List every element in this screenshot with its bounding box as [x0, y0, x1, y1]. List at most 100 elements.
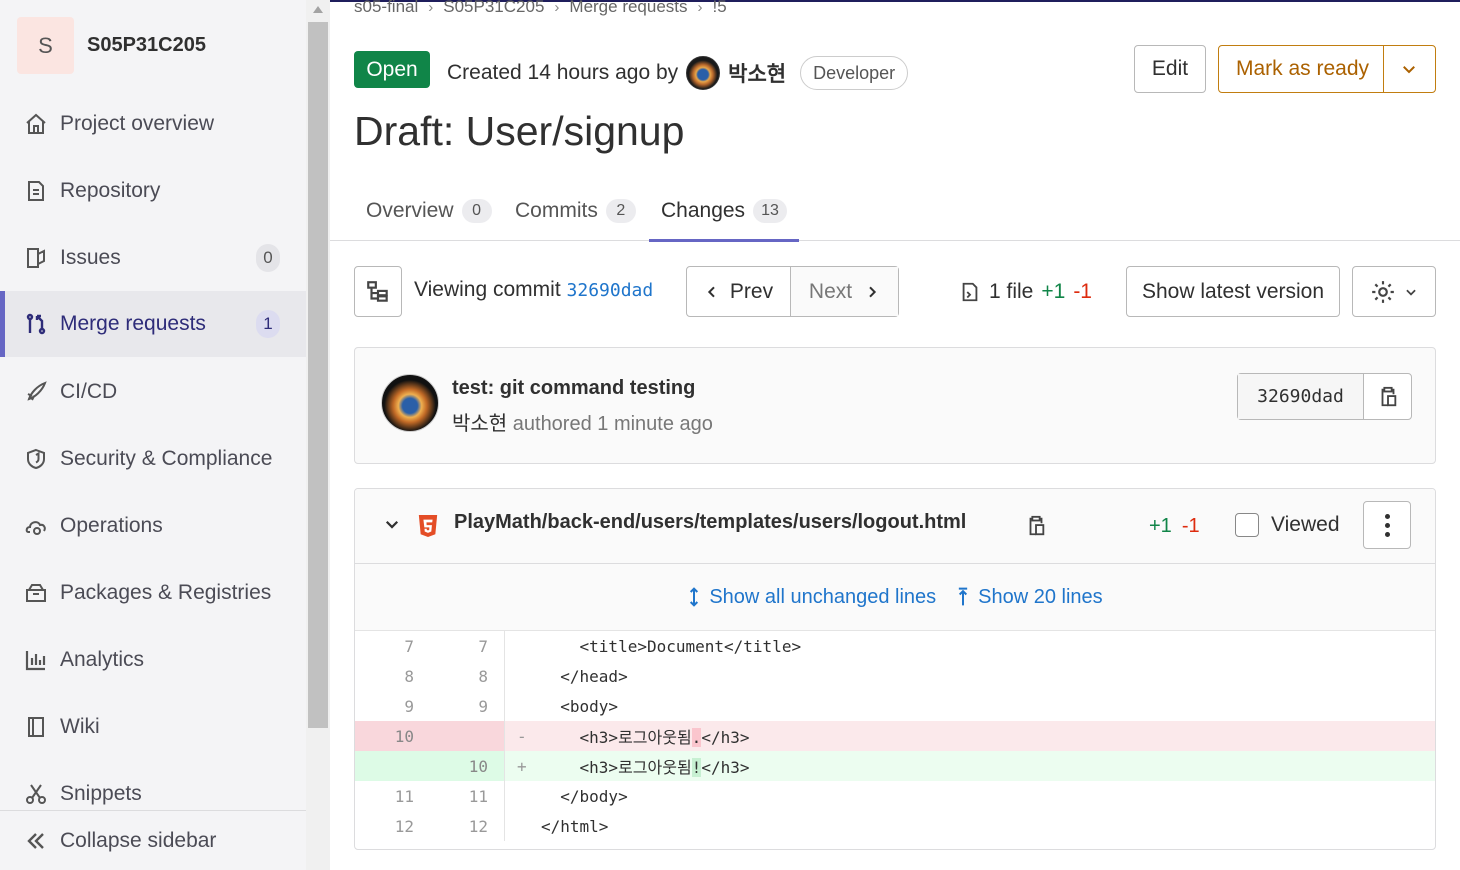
scroll-up-arrow-icon[interactable]	[313, 6, 323, 13]
commit-author-avatar[interactable]	[381, 374, 439, 432]
collapse-sidebar-label: Collapse sidebar	[60, 828, 217, 852]
chevron-down-icon[interactable]	[383, 515, 401, 533]
breadcrumb-item[interactable]: !5	[713, 0, 727, 17]
old-line-number[interactable]	[355, 751, 430, 781]
sidebar-item-label: Snippets	[60, 782, 142, 805]
file-tree-icon	[367, 280, 388, 302]
collapse-sidebar-button[interactable]: Collapse sidebar	[0, 810, 330, 870]
commit-message[interactable]: test: git command testing	[452, 377, 695, 400]
old-line-number[interactable]: 12	[355, 811, 430, 841]
sidebar-scrollbar[interactable]	[306, 0, 330, 870]
diff-line: 12 12 </html>	[355, 811, 1435, 841]
role-badge: Developer	[800, 56, 909, 90]
next-commit-button[interactable]: Next	[791, 267, 898, 316]
file-path[interactable]: PlayMath/back-end/users/templates/users/…	[454, 511, 966, 534]
mark-as-ready-dropdown[interactable]	[1382, 46, 1435, 92]
diff-line-removed: 10 - <h3>로그아웃됨.</h3>	[355, 721, 1435, 751]
sidebar-item-label: Operations	[60, 514, 163, 537]
new-line-number[interactable]	[430, 721, 505, 751]
scroll-thumb[interactable]	[308, 22, 328, 728]
viewed-label: Viewed	[1271, 513, 1340, 536]
code-text: </h3>	[701, 758, 750, 777]
old-line-number[interactable]: 10	[355, 721, 430, 751]
commit-sha-link[interactable]: 32690dad	[567, 280, 654, 301]
new-line-number[interactable]: 9	[430, 691, 505, 721]
issues-icon	[22, 244, 50, 272]
page-title: Draft: User/signup	[354, 108, 685, 154]
mark-as-ready-button[interactable]: Mark as ready	[1219, 57, 1383, 81]
sidebar-item-project-overview[interactable]: Project overview	[0, 93, 306, 155]
show-all-unchanged-lines-link[interactable]: Show all unchanged lines	[687, 586, 936, 609]
sidebar-item-repository[interactable]: Repository	[0, 160, 306, 222]
old-line-number[interactable]: 9	[355, 691, 430, 721]
diff-line: 7 7 <title>Document</title>	[355, 631, 1435, 661]
copy-file-path-icon[interactable]	[1025, 513, 1047, 539]
sidebar-item-merge-requests[interactable]: Merge requests 1	[0, 291, 306, 357]
sidebar-item-wiki[interactable]: Wiki	[0, 696, 306, 758]
sidebar-item-analytics[interactable]: Analytics	[0, 629, 306, 691]
author-name[interactable]: 박소현	[728, 58, 786, 88]
tab-commits[interactable]: Commits 2	[515, 180, 636, 241]
prev-commit-button[interactable]: Prev	[687, 267, 791, 316]
edit-button[interactable]: Edit	[1134, 45, 1206, 93]
project-header[interactable]: S S05P31C205	[17, 17, 206, 74]
show-latest-version-button[interactable]: Show latest version	[1126, 266, 1340, 317]
diff-file: PlayMath/back-end/users/templates/users/…	[354, 488, 1436, 850]
toggle-file-tree-button[interactable]	[354, 266, 402, 317]
breadcrumb-item[interactable]: S05P31C205	[443, 0, 544, 17]
author-avatar[interactable]	[686, 56, 721, 90]
file-stats: 1 file +1 -1	[959, 280, 1092, 304]
diff-file-header: PlayMath/back-end/users/templates/users/…	[355, 489, 1435, 564]
code-content: </head>	[541, 666, 628, 686]
book-icon	[22, 713, 50, 741]
code-content: </html>	[541, 816, 609, 836]
file-line-stats: +1 -1	[1149, 515, 1200, 538]
mark-as-ready-button-group: Mark as ready	[1218, 45, 1436, 93]
viewed-toggle[interactable]: Viewed	[1235, 513, 1340, 537]
expand-up-icon	[958, 587, 968, 606]
viewed-checkbox[interactable]	[1235, 513, 1259, 537]
old-line-number[interactable]: 7	[355, 631, 430, 661]
sidebar-item-operations[interactable]: Operations	[0, 495, 306, 557]
kebab-dot	[1384, 522, 1390, 528]
sidebar-item-security-compliance[interactable]: Security & Compliance	[0, 428, 306, 490]
code-text: <h3>로그아웃됨	[541, 758, 692, 777]
new-line-number[interactable]: 8	[430, 661, 505, 691]
commit-author[interactable]: 박소현	[452, 413, 507, 435]
additions-count: +1	[1041, 280, 1066, 303]
new-line-number[interactable]: 11	[430, 781, 505, 811]
breadcrumb-item[interactable]: Merge requests	[569, 0, 687, 17]
kebab-dot	[1384, 531, 1390, 537]
new-line-number[interactable]: 12	[430, 811, 505, 841]
chart-icon	[22, 646, 50, 674]
new-line-number[interactable]: 10	[430, 751, 505, 781]
merge-requests-count-badge: 1	[256, 310, 280, 338]
sidebar-item-label: Security & Compliance	[60, 447, 273, 470]
commit-sha-group: 32690dad	[1237, 373, 1412, 420]
old-line-number[interactable]: 8	[355, 661, 430, 691]
copy-sha-button[interactable]	[1364, 374, 1411, 419]
old-line-number[interactable]: 11	[355, 781, 430, 811]
diff-sign: +	[517, 756, 527, 776]
status-badge: Open	[354, 51, 430, 88]
tab-overview[interactable]: Overview 0	[366, 180, 492, 241]
show-20-lines-link[interactable]: Show 20 lines	[956, 586, 1103, 609]
diff-line-added: 10 + <h3>로그아웃됨!</h3>	[355, 751, 1435, 781]
package-icon	[22, 579, 50, 607]
sidebar-item-issues[interactable]: Issues 0	[0, 227, 306, 289]
sidebar-item-ci-cd[interactable]: CI/CD	[0, 361, 306, 423]
file-diff-icon	[962, 282, 978, 302]
diff-line: 11 11 </body>	[355, 781, 1435, 811]
diff-settings-button[interactable]	[1352, 266, 1436, 317]
tab-changes[interactable]: Changes 13	[649, 180, 799, 242]
sidebar-item-label: Repository	[60, 179, 161, 202]
code-content: <title>Document</title>	[541, 636, 802, 656]
file-options-button[interactable]	[1363, 501, 1411, 549]
home-icon	[22, 110, 50, 138]
breadcrumb-item[interactable]: s05-final	[354, 0, 418, 17]
diff-line: 9 9 <body>	[355, 691, 1435, 721]
new-line-number[interactable]: 7	[430, 631, 505, 661]
chevron-down-icon	[1406, 289, 1416, 296]
commit-sha[interactable]: 32690dad	[1238, 374, 1364, 419]
sidebar-item-packages-registries[interactable]: Packages & Registries	[0, 562, 306, 624]
